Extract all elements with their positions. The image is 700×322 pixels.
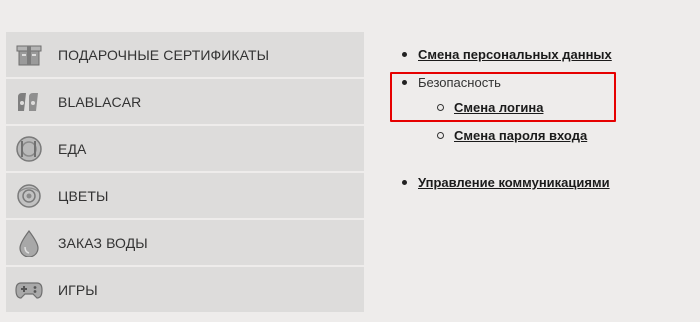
blablacar-icon — [14, 87, 44, 117]
water-drop-icon — [14, 228, 44, 258]
sidebar-item-water-order[interactable]: ЗАКАЗ ВОДЫ — [6, 220, 364, 265]
category-sidebar: ПОДАРОЧНЫЕ СЕРТИФИКАТЫ BLABLACAR ЕДА ЦВЕ… — [6, 32, 364, 322]
bullet-dot — [402, 180, 407, 185]
sidebar-item-label: ЦВЕТЫ — [58, 187, 109, 204]
highlight-annotation-box — [390, 72, 616, 122]
sidebar-item-label: ПОДАРОЧНЫЕ СЕРТИФИКАТЫ — [58, 46, 270, 63]
personal-data-link[interactable]: Смена персональных данных — [418, 47, 612, 62]
sidebar-item-label: ЕДА — [58, 140, 87, 157]
sidebar-item-flowers[interactable]: ЦВЕТЫ — [6, 173, 364, 218]
sidebar-item-label: BLABLACAR — [58, 93, 142, 110]
sidebar-item-blablacar[interactable]: BLABLACAR — [6, 79, 364, 124]
gift-certificate-icon — [14, 40, 44, 70]
sidebar-item-gift-certificates[interactable]: ПОДАРОЧНЫЕ СЕРТИФИКАТЫ — [6, 32, 364, 77]
bullet-dot — [402, 52, 407, 57]
gamepad-icon — [14, 275, 44, 305]
sidebar-item-games[interactable]: ИГРЫ — [6, 267, 364, 312]
bullet-circle — [437, 132, 444, 139]
sidebar-item-label: ЗАКАЗ ВОДЫ — [58, 234, 148, 251]
change-password-link[interactable]: Смена пароля входа — [454, 128, 587, 143]
communications-link[interactable]: Управление коммуникациями — [418, 175, 610, 190]
flower-icon — [14, 181, 44, 211]
sidebar-item-label: ИГРЫ — [58, 281, 98, 298]
food-plate-icon — [14, 134, 44, 164]
sidebar-item-food[interactable]: ЕДА — [6, 126, 364, 171]
